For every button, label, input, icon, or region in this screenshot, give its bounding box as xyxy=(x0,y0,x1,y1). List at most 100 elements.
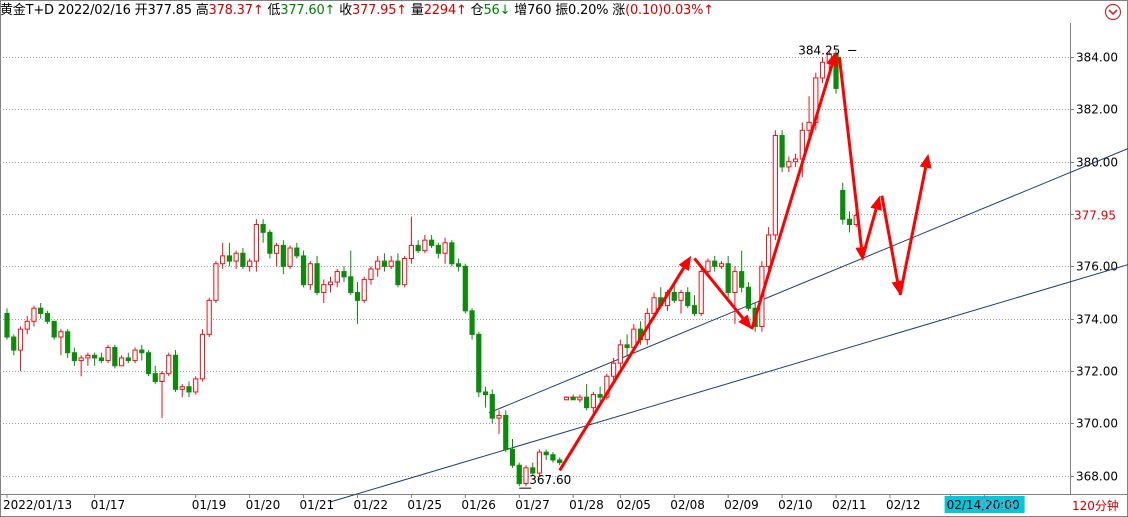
candle xyxy=(327,276,334,293)
candle xyxy=(557,457,563,466)
candle-body-down xyxy=(503,415,509,451)
candle-body-down xyxy=(125,357,131,362)
trend-arrow-shaft xyxy=(880,195,900,282)
candle xyxy=(206,297,212,337)
candle xyxy=(38,302,44,319)
candle xyxy=(78,355,84,377)
y-tick-label: 370.00 xyxy=(1076,417,1118,431)
candle xyxy=(624,334,630,356)
candle xyxy=(550,452,556,463)
candle-body-up xyxy=(705,260,711,273)
candle xyxy=(476,331,482,398)
x-tick-label: 01/27 xyxy=(515,498,550,512)
candle xyxy=(294,242,300,259)
candlestick-chart[interactable]: 368.00370.00372.00374.00376.00380.00382.… xyxy=(0,0,1128,517)
candle-body-up xyxy=(806,121,812,131)
candle xyxy=(4,308,10,340)
x-tick-label: 01/26 xyxy=(461,498,496,512)
x-tick-label: 2022/01/13 xyxy=(3,498,72,512)
candle xyxy=(85,352,91,366)
period-selector[interactable]: 120分钟 xyxy=(1072,497,1119,515)
candle xyxy=(590,391,596,413)
candle xyxy=(368,266,374,285)
candle-body-up xyxy=(220,255,226,265)
candle xyxy=(348,250,354,296)
candle-body-up xyxy=(58,331,64,338)
candle xyxy=(408,216,414,264)
candle xyxy=(712,255,718,272)
candle-body-down xyxy=(624,344,630,348)
candle-body-down xyxy=(341,271,347,278)
candle-body-down xyxy=(139,349,145,354)
trough-label: 367.60 xyxy=(529,473,571,487)
candle-body-down xyxy=(98,357,104,362)
candle-body-down xyxy=(4,312,10,338)
candle-body-down xyxy=(516,464,522,485)
candle-body-down xyxy=(38,307,44,314)
x-tick-label: 02/08 xyxy=(670,498,705,512)
candle-body-down xyxy=(294,247,300,257)
candle xyxy=(395,253,401,288)
candle-body-down xyxy=(509,449,516,466)
candle-body-up xyxy=(718,263,725,267)
candle xyxy=(152,365,158,385)
channel-line-upper xyxy=(488,147,1128,414)
candle xyxy=(489,389,495,424)
candle xyxy=(455,258,462,272)
candle xyxy=(31,305,37,327)
candle-body-up xyxy=(253,223,259,262)
candle xyxy=(584,384,590,411)
candle-body-up xyxy=(388,260,394,267)
candle-body-down xyxy=(240,252,246,267)
candle xyxy=(300,250,307,288)
candle-body-down xyxy=(739,271,745,288)
candle-body-up xyxy=(307,263,313,286)
candle-body-down xyxy=(395,260,401,286)
candle xyxy=(685,287,691,309)
candle-body-down xyxy=(415,244,421,252)
candle-body-up xyxy=(193,378,199,393)
candle xyxy=(442,237,448,264)
candle xyxy=(819,57,826,84)
candle-body-down xyxy=(550,454,556,461)
candle-body-up xyxy=(17,328,24,351)
candle xyxy=(449,240,455,267)
candle xyxy=(846,211,853,233)
candle xyxy=(779,130,785,173)
candle-body-down xyxy=(11,336,17,351)
candle xyxy=(145,350,152,377)
candle xyxy=(186,381,192,398)
candle xyxy=(509,439,516,468)
candle-body-down xyxy=(435,244,441,254)
candle xyxy=(361,276,367,303)
candle-body-up xyxy=(772,135,778,236)
candle xyxy=(179,384,185,398)
candle-body-down xyxy=(348,276,354,294)
candle-body-up xyxy=(819,61,826,79)
candle xyxy=(118,355,125,367)
candle-body-up xyxy=(496,415,502,419)
trend-arrow-shaft xyxy=(750,64,834,330)
candle-body-up xyxy=(361,278,367,301)
candle xyxy=(321,279,327,303)
settings-icon[interactable] xyxy=(1104,3,1122,21)
candle xyxy=(698,268,704,317)
candle xyxy=(65,329,71,358)
trend-arrow-head xyxy=(870,195,882,211)
y-tick-label: 376.00 xyxy=(1076,260,1118,274)
candle xyxy=(24,316,30,335)
candle-body-up xyxy=(536,451,543,474)
candle-body-down xyxy=(779,135,785,168)
candle xyxy=(267,229,273,259)
candle-body-up xyxy=(375,260,381,270)
candle-body-down xyxy=(584,396,590,409)
candle xyxy=(334,268,340,288)
candle xyxy=(617,339,623,369)
y-tick-label: 368.00 xyxy=(1076,470,1118,484)
candle-body-up xyxy=(590,394,596,409)
candle-body-down xyxy=(462,265,468,312)
candle xyxy=(44,310,51,324)
candle-body-up xyxy=(233,252,239,262)
trend-arrow-shaft xyxy=(558,267,686,472)
candle-body-up xyxy=(368,268,374,280)
